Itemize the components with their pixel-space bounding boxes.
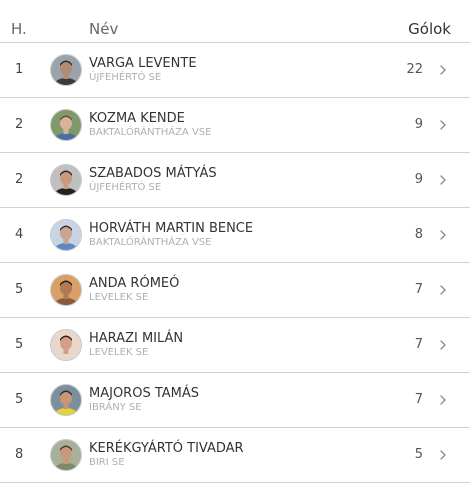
rank-cell: 1 <box>15 62 24 77</box>
goals-cell: 5 <box>414 447 423 462</box>
rank-cell: 5 <box>15 392 24 407</box>
player-avatar <box>50 439 82 471</box>
goals-cell: 7 <box>414 392 423 407</box>
goals-column-header: Gólok <box>408 20 451 38</box>
player-avatar <box>50 274 82 306</box>
player-team: ÚJFEHÉRTÓ SE <box>89 72 162 83</box>
table-row[interactable]: 4 HORVÁTH MARTIN BENCE BAKTALÓRÁNTHÁZA VSE… <box>0 208 470 263</box>
player-team: BIRI SE <box>89 457 125 468</box>
player-avatar <box>50 219 82 251</box>
rank-cell: 8 <box>15 447 24 462</box>
chevron-right-icon[interactable] <box>438 230 448 240</box>
player-name[interactable]: SZABADOS MÁTYÁS <box>89 165 217 182</box>
table-row[interactable]: 2 KOZMA KENDE BAKTALÓRÁNTHÁZA VSE 9 <box>0 98 470 153</box>
player-team: IBRÁNY SE <box>89 402 142 413</box>
player-name[interactable]: HARAZI MILÁN <box>89 330 183 347</box>
rank-cell: 5 <box>15 282 24 297</box>
player-team: ÚJFEHÉRTÓ SE <box>89 182 162 193</box>
player-avatar <box>50 109 82 141</box>
player-team: LEVELEK SE <box>89 347 149 358</box>
player-avatar <box>50 384 82 416</box>
table-row[interactable]: 1 VARGA LEVENTE ÚJFEHÉRTÓ SE 22 <box>0 43 470 98</box>
player-team: BAKTALÓRÁNTHÁZA VSE <box>89 127 212 138</box>
goals-cell: 7 <box>414 282 423 297</box>
chevron-right-icon[interactable] <box>438 65 448 75</box>
rank-cell: 5 <box>15 337 24 352</box>
chevron-right-icon[interactable] <box>438 450 448 460</box>
table-row[interactable]: 5 MAJOROS TAMÁS IBRÁNY SE 7 <box>0 373 470 428</box>
player-avatar <box>50 329 82 361</box>
table-row[interactable]: 2 SZABADOS MÁTYÁS ÚJFEHÉRTÓ SE 9 <box>0 153 470 208</box>
chevron-right-icon[interactable] <box>438 395 448 405</box>
chevron-right-icon[interactable] <box>438 340 448 350</box>
table-header: H. Név Gólok <box>0 0 470 43</box>
player-team: BAKTALÓRÁNTHÁZA VSE <box>89 237 212 248</box>
goals-cell: 8 <box>414 227 423 242</box>
goals-cell: 9 <box>414 117 423 132</box>
goals-cell: 9 <box>414 172 423 187</box>
rank-column-header: H. <box>11 20 27 38</box>
rank-cell: 2 <box>15 117 24 132</box>
name-column-header: Név <box>89 20 119 38</box>
table-row[interactable]: 5 HARAZI MILÁN LEVELEK SE 7 <box>0 318 470 373</box>
table-row[interactable]: 5 ANDA RÓMEÓ LEVELEK SE 7 <box>0 263 470 318</box>
chevron-right-icon[interactable] <box>438 120 448 130</box>
player-name[interactable]: KOZMA KENDE <box>89 110 185 127</box>
player-team: LEVELEK SE <box>89 292 149 303</box>
player-name[interactable]: ANDA RÓMEÓ <box>89 275 179 292</box>
goals-cell: 7 <box>414 337 423 352</box>
player-avatar <box>50 164 82 196</box>
table-row[interactable]: 8 KERÉKGYÁRTÓ TIVADAR BIRI SE 5 <box>0 428 470 483</box>
chevron-right-icon[interactable] <box>438 285 448 295</box>
player-name[interactable]: KERÉKGYÁRTÓ TIVADAR <box>89 440 244 457</box>
rank-cell: 2 <box>15 172 24 187</box>
player-name[interactable]: HORVÁTH MARTIN BENCE <box>89 220 253 237</box>
player-name[interactable]: MAJOROS TAMÁS <box>89 385 199 402</box>
rank-cell: 4 <box>15 227 24 242</box>
player-name[interactable]: VARGA LEVENTE <box>89 55 197 72</box>
chevron-right-icon[interactable] <box>438 175 448 185</box>
player-avatar <box>50 54 82 86</box>
goals-cell: 22 <box>406 62 423 77</box>
